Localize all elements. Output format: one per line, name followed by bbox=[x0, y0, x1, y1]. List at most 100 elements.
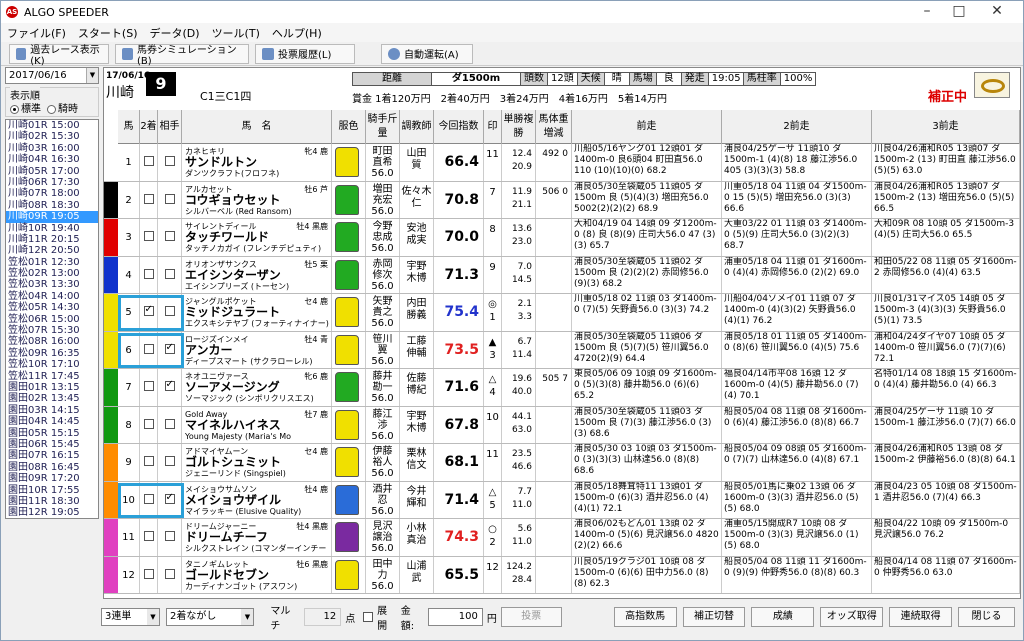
past-race-2[interactable]: 川重05/18 04 11頭 04 ダ1500m-0 15 (5)(5) 増田充… bbox=[722, 181, 872, 218]
race-list-item[interactable]: 笠松06R 15:00 bbox=[6, 314, 98, 325]
menu-tools[interactable]: ツール(T) bbox=[212, 25, 260, 41]
expand-checkbox[interactable] bbox=[363, 612, 374, 622]
past-race-1[interactable]: 浦良05/30至袋蔵05 11頭06 ダ1500m 良 (5)(7)(5) 笹川… bbox=[572, 331, 722, 368]
horse-name[interactable]: マイネルハイネス bbox=[185, 419, 331, 431]
table-row[interactable]: 10メイショウサムソンメイショウザイルマイラッキー (Elusive Quali… bbox=[118, 481, 1020, 519]
continuous-get-button[interactable]: 連続取得 bbox=[889, 607, 953, 627]
past-race-3[interactable]: 浦良04/25ゲーサ 11頭 10 ダ1500m-1 藤江渉56.0 (7)(7… bbox=[872, 406, 1020, 443]
amount-input[interactable]: 100 bbox=[427, 608, 483, 626]
past-race-1[interactable]: 川重05/18 02 11頭 03 ダ1400m-0 (7)(5) 矢野貴56.… bbox=[572, 294, 722, 331]
race-list-item[interactable]: 川崎07R 18:00 bbox=[6, 188, 98, 199]
race-list-item[interactable]: 園田06R 15:45 bbox=[6, 439, 98, 450]
race-list-item[interactable]: 川崎06R 17:30 bbox=[6, 177, 98, 188]
table-row[interactable]: 5ジャングルポケットミッドジュラートエクスキシテヤブ (フォーティナイナー)セ4… bbox=[118, 294, 1020, 332]
vote-history-button[interactable]: 投票履歴(L) bbox=[255, 43, 355, 64]
second-place-checkbox[interactable] bbox=[143, 193, 154, 204]
horse-name[interactable]: エイシンターザン bbox=[185, 269, 331, 281]
auto-run-button[interactable]: 自動運転(A) bbox=[381, 43, 473, 64]
past-race-1[interactable]: 浦良05/30 03 10頭 03 ダ1500m-0 (3)(3)(3) 山林達… bbox=[572, 444, 722, 481]
past-race-3[interactable]: 和田05/22 08 11頭 05 ダ1600m-2 赤岡修56.0 (4)(4… bbox=[872, 256, 1020, 293]
past-race-3[interactable]: 船良04/22 10頭 09 ダ1500m-0 見沢譲56.0 76.2 bbox=[872, 519, 1020, 556]
past-race-2[interactable]: 浦良05/18 01 11頭 05 ダ1400m-0 (8)(6) 笹川翼56.… bbox=[722, 331, 872, 368]
race-list-item[interactable]: 笠松03R 13:30 bbox=[6, 279, 98, 290]
horse-name[interactable]: ゴールドセブン bbox=[185, 569, 331, 581]
race-list-item[interactable]: 笠松05R 14:30 bbox=[6, 302, 98, 313]
race-list-item[interactable]: 笠松07R 15:30 bbox=[6, 325, 98, 336]
horseshoe-icon[interactable] bbox=[974, 72, 1010, 98]
horse-name[interactable]: ゴルトシュミット bbox=[185, 456, 331, 468]
past-race-1[interactable]: 東良05/06 09 10頭 09 ダ1600m-0 (5)(3)(8) 藤井勘… bbox=[572, 369, 722, 406]
race-list-item[interactable]: 園田04R 14:45 bbox=[6, 416, 98, 427]
race-list-item[interactable]: 川崎11R 20:15 bbox=[6, 234, 98, 245]
second-place-checkbox[interactable] bbox=[143, 418, 154, 429]
race-list-item[interactable]: 園田10R 17:55 bbox=[6, 485, 98, 496]
past-race-2[interactable]: 浦重05/18 04 11頭 01 ダ1600m-0 (4)(4) 赤岡修56.… bbox=[722, 256, 872, 293]
menu-data[interactable]: データ(D) bbox=[150, 25, 200, 41]
past-race-2[interactable]: 船良05/04 08 11頭 08 ダ1600m-0 (6)(4) 藤江渉56.… bbox=[722, 406, 872, 443]
race-list-item[interactable]: 笠松04R 14:00 bbox=[6, 291, 98, 302]
partner-checkbox[interactable] bbox=[164, 531, 175, 541]
past-race-2[interactable]: 船良05/01馬に乗02 13頭 06 ダ1600m-0 (3)(3) 酒井忍5… bbox=[722, 481, 872, 518]
past-race-1[interactable]: 浦良05/18舞茸特11 13頭01 ダ1500m-0 (6)(3) 酒井忍56… bbox=[572, 481, 722, 518]
bet-method-select[interactable]: 2着ながし ▼ bbox=[165, 608, 255, 626]
race-list-item[interactable]: 川崎08R 18:30 bbox=[6, 200, 98, 211]
horse-name[interactable]: ミッドジュラート bbox=[185, 306, 331, 318]
past-race-1[interactable]: 浦良05/30至袋蔵05 11頭05 ダ1500m 良 (5)(4)(3) 増田… bbox=[572, 181, 722, 218]
partner-checkbox[interactable] bbox=[164, 568, 175, 579]
past-race-2[interactable]: 船良05/04 09 08頭 05 ダ1600m-0 (7)(7) 山林達56.… bbox=[722, 444, 872, 481]
second-place-checkbox[interactable] bbox=[143, 231, 154, 241]
table-row[interactable]: 11ドリームジャーニードリームチーフシルクストレイン (コマンダーインチーフ)牡… bbox=[118, 519, 1020, 557]
past-race-3[interactable]: 船良04/14 08 11頭 07 ダ1600m-0 仲野秀56.0 63.0 bbox=[872, 556, 1020, 593]
past-race-3[interactable]: 名特01/14 08 18頭 15 ダ1600m-0 (4)(4) 藤井勘56.… bbox=[872, 369, 1020, 406]
past-race-3[interactable]: 大和09R 08 10頭 05 ダ1500m-3 (4)(5) 庄司大56.0 … bbox=[872, 219, 1020, 256]
bet-type-select[interactable]: 3連単 ▼ bbox=[101, 608, 160, 626]
race-list-item[interactable]: 笠松08R 16:00 bbox=[6, 336, 98, 347]
race-list-item[interactable]: 園田12R 19:05 bbox=[6, 507, 98, 518]
correction-toggle-button[interactable]: 補正切替 bbox=[682, 607, 746, 627]
horse-name[interactable]: タッチワールド bbox=[185, 231, 331, 243]
past-race-3[interactable]: 川良01/31マイス05 14頭 05 ダ1500m-3 (4)(3)(3) 矢… bbox=[872, 294, 1020, 331]
race-list-item[interactable]: 園田09R 17:20 bbox=[6, 473, 98, 484]
past-race-3[interactable]: 浦良04/23 05 10頭 08 ダ1500m-1 酒井忍56.0 (7)(4… bbox=[872, 481, 1020, 518]
past-races-button[interactable]: 過去レース表示(K) bbox=[9, 43, 109, 67]
race-list-item[interactable]: 園田03R 14:15 bbox=[6, 405, 98, 416]
race-list-item[interactable]: 笠松11R 17:45 bbox=[6, 371, 98, 382]
table-row[interactable]: 6ロージズインメイアンカーディープスマート (サクラローレル)牡4 青笹川 翼5… bbox=[118, 331, 1020, 369]
past-race-2[interactable]: 川船04/04ソメイ01 11頭 07 ダ1400m-0 (4)(3)(2) 矢… bbox=[722, 294, 872, 331]
second-place-checkbox[interactable] bbox=[143, 531, 154, 541]
race-list-item[interactable]: 笠松02R 13:00 bbox=[6, 268, 98, 279]
race-list-item[interactable]: 川崎09R 19:05 bbox=[6, 211, 98, 223]
race-list-item[interactable]: 川崎01R 15:00 bbox=[6, 120, 98, 131]
partner-checkbox[interactable] bbox=[164, 193, 175, 204]
close-button[interactable]: 閉じる bbox=[958, 607, 1015, 627]
menu-start[interactable]: スタート(S) bbox=[78, 25, 138, 41]
past-race-2[interactable]: 船良05/04 08 11頭 11 ダ1600m-0 (9)(9) 仲野秀56.… bbox=[722, 556, 872, 593]
partner-checkbox[interactable] bbox=[164, 418, 175, 429]
race-list-item[interactable]: 川崎05R 17:00 bbox=[6, 166, 98, 177]
second-place-checkbox[interactable] bbox=[143, 381, 154, 391]
race-list-item[interactable]: 笠松09R 16:35 bbox=[6, 348, 98, 359]
race-list-item[interactable]: 園田02R 13:45 bbox=[6, 393, 98, 404]
past-race-1[interactable]: 浦良05/30至袋蔵05 11頭03 ダ1500m 良 (7)(3) 藤江渉56… bbox=[572, 406, 722, 443]
table-row[interactable]: 9 アドマイヤムーン ゴルトシュミット ジェニーリンド (Singspiel) セ4 鹿… bbox=[118, 444, 1020, 482]
date-select[interactable]: 2017/06/16 ▼ bbox=[5, 67, 99, 84]
menu-file[interactable]: ファイル(F) bbox=[7, 25, 66, 41]
menu-help[interactable]: ヘルプ(H) bbox=[272, 25, 322, 41]
table-row[interactable]: 1 カネヒキリ サンドルトン ダンツクラフト(フロフネ) 牝4 鹿町田 直希 56.0 山田… bbox=[118, 144, 1020, 182]
past-race-3[interactable]: 川良04/26浦和R05 13頭07 ダ1500m-2 (13) 町田直 藤江渉… bbox=[872, 144, 1020, 181]
past-race-1[interactable]: 浦良05/30至袋蔵05 11頭02 ダ1500m 良 (2)(2)(2) 赤岡… bbox=[572, 256, 722, 293]
past-race-1[interactable]: 大和04/19 04 14頭 09 ダ1200m-0 (8) 良 (8)(9) … bbox=[572, 219, 722, 256]
race-list-item[interactable]: 川崎12R 20:50 bbox=[6, 245, 98, 256]
race-list-item[interactable]: 園田01R 13:15 bbox=[6, 382, 98, 393]
table-row[interactable]: 7ネオユニヴァースソーアメージングソーマジック (シンボリクリスエス)牝6 鹿藤… bbox=[118, 369, 1020, 407]
race-list-item[interactable]: 園田05R 15:15 bbox=[6, 428, 98, 439]
high-index-button[interactable]: 高指数馬 bbox=[613, 607, 677, 627]
race-list-item[interactable]: 園田07R 16:15 bbox=[6, 450, 98, 461]
maximize-icon[interactable]: □ bbox=[945, 1, 973, 21]
table-row[interactable]: 4 オリオンザサンクス エイシンターザン エイシンプリーズ (トーセン) 牡5 栗赤岡 … bbox=[118, 256, 1020, 294]
past-race-1[interactable]: 浦良06/02もどん01 13頭 02 ダ1400m-0 (5)(6) 見沢譲5… bbox=[572, 519, 722, 556]
partner-checkbox[interactable] bbox=[164, 231, 175, 241]
horse-name[interactable]: サンドルトン bbox=[185, 156, 331, 168]
past-race-2[interactable]: 浦重05/15開成R7 10頭 08 ダ1500m-0 (3)(3) 見沢譲56… bbox=[722, 519, 872, 556]
race-list-item[interactable]: 園田08R 16:45 bbox=[6, 462, 98, 473]
